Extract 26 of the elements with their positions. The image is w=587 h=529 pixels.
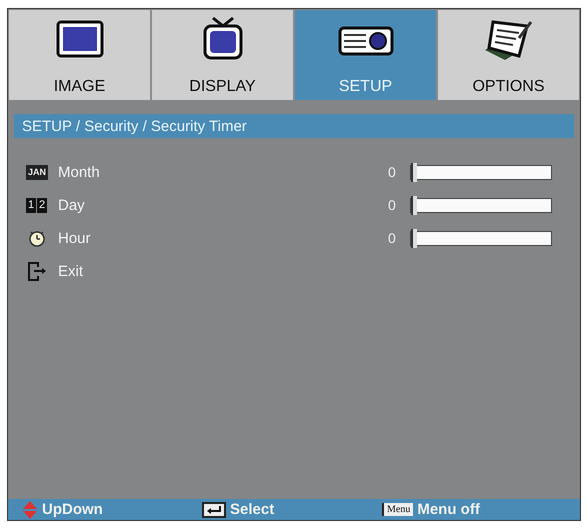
slider-track[interactable] [410, 198, 552, 212]
menu-tab[interactable]: IMAGE [9, 10, 150, 100]
help-label: Select [230, 501, 274, 518]
slider-track[interactable] [410, 164, 552, 180]
help-label: Menu off [417, 501, 480, 518]
exit-icon [26, 261, 48, 281]
slider-thumb[interactable] [411, 196, 417, 214]
enter-key-icon [202, 502, 226, 518]
help-label: UpDown [42, 501, 103, 518]
calendar-icon: JAN [26, 164, 48, 180]
slider-thumb[interactable] [411, 228, 417, 248]
value-reading: 0 [388, 164, 397, 180]
menu-item[interactable]: Month [58, 164, 388, 180]
up-down-arrows-icon [22, 500, 38, 518]
value-reading: 0 [388, 230, 397, 246]
menu-tab[interactable]: OPTIONS [438, 10, 579, 100]
slider-thumb[interactable] [411, 162, 417, 182]
value-reading: 0 [388, 197, 397, 213]
breadcrumb-bar: SETUP / Security / Security Timer [14, 114, 574, 138]
menu-tab[interactable]: SETUP [295, 10, 436, 100]
menu-item[interactable]: Exit [58, 262, 388, 280]
menu-tab[interactable]: DISPLAY [152, 10, 293, 100]
menu-item[interactable]: Hour [58, 230, 388, 246]
slider-track[interactable] [410, 230, 552, 246]
menu-item[interactable]: Day [58, 196, 388, 214]
menu-key-icon: Menu [382, 503, 414, 516]
